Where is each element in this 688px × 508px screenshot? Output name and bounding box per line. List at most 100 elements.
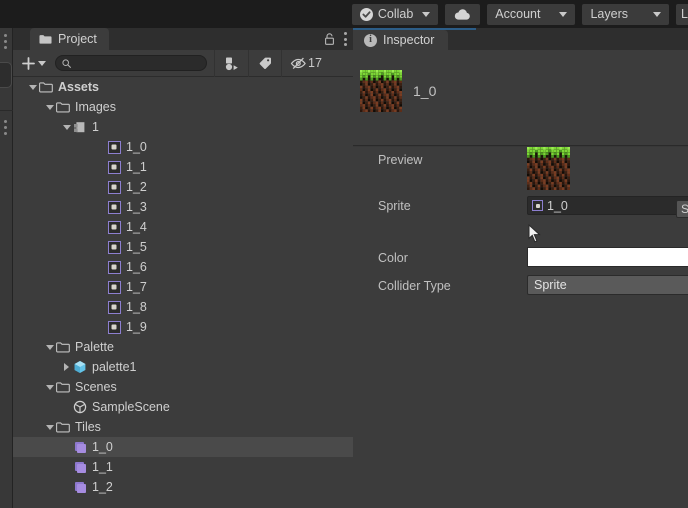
cloud-button[interactable] xyxy=(445,4,480,25)
project-panel: Project xyxy=(13,28,353,508)
tree-item-assets[interactable]: Assets xyxy=(13,77,353,97)
twisty-spacer xyxy=(61,437,72,457)
sprite-select-button[interactable]: S xyxy=(676,200,688,218)
tree-item-label: palette1 xyxy=(92,357,136,377)
chevron-down-icon xyxy=(38,61,46,66)
collab-label: Collab xyxy=(378,7,413,21)
account-button[interactable]: Account xyxy=(487,4,575,25)
twisty-collapsed-icon[interactable] xyxy=(61,357,72,377)
sprite-icon xyxy=(106,219,122,235)
tree-item-1-0[interactable]: 1_0 xyxy=(13,137,353,157)
search-field[interactable] xyxy=(55,55,207,71)
create-asset-button[interactable] xyxy=(13,53,53,73)
tree-item-label: Palette xyxy=(75,337,114,357)
tree-item-samplescene[interactable]: SampleScene xyxy=(13,397,353,417)
inspector-properties: Preview Sprite 1_0 Color Collider Type S… xyxy=(353,147,688,508)
twisty-expanded-icon[interactable] xyxy=(44,417,55,437)
tree-item-label: SampleScene xyxy=(92,397,170,417)
twisty-expanded-icon[interactable] xyxy=(44,337,55,357)
left-panel-edge xyxy=(0,28,13,508)
color-row: Color xyxy=(353,245,688,273)
twisty-spacer xyxy=(95,297,106,317)
tree-item-1-6[interactable]: 1_6 xyxy=(13,257,353,277)
tree-item-palette1[interactable]: palette1 xyxy=(13,357,353,377)
project-tabbar: Project xyxy=(13,28,353,50)
inspector-tabbar: i Inspector xyxy=(353,28,688,50)
search-icon xyxy=(62,59,71,68)
type-filter-icon xyxy=(224,56,239,71)
kebab-menu-icon[interactable] xyxy=(4,120,7,138)
chevron-down-icon xyxy=(422,12,430,17)
tree-item-label: 1 xyxy=(92,117,99,137)
tree-item-1-0[interactable]: 1_0 xyxy=(13,437,353,457)
twisty-spacer xyxy=(95,237,106,257)
kebab-menu-icon[interactable] xyxy=(4,34,7,52)
tree-item-label: 1_1 xyxy=(126,157,147,177)
twisty-expanded-icon[interactable] xyxy=(27,77,38,97)
collab-button[interactable]: Collab xyxy=(352,4,438,25)
tree-item-tiles[interactable]: Tiles xyxy=(13,417,353,437)
tree-item-1-3[interactable]: 1_3 xyxy=(13,197,353,217)
twisty-expanded-icon[interactable] xyxy=(61,117,72,137)
tab-project[interactable]: Project xyxy=(30,28,109,50)
tree-item-1-9[interactable]: 1_9 xyxy=(13,317,353,337)
twisty-spacer xyxy=(61,397,72,417)
sprite-icon xyxy=(106,299,122,315)
label-tag-icon xyxy=(258,56,272,70)
label-filter-button[interactable] xyxy=(248,50,281,77)
tree-item-1-4[interactable]: 1_4 xyxy=(13,217,353,237)
tab-project-label: Project xyxy=(58,32,97,46)
tree-item-label: 1_2 xyxy=(92,477,113,497)
tree-item-label: Assets xyxy=(58,77,99,97)
layout-button[interactable]: L xyxy=(676,4,688,25)
sprite-icon xyxy=(106,259,122,275)
folder-icon xyxy=(39,34,52,45)
tree-item-images[interactable]: Images xyxy=(13,97,353,117)
tree-item-1-2[interactable]: 1_2 xyxy=(13,177,353,197)
tree-item-label: Scenes xyxy=(75,377,117,397)
project-asset-tree[interactable]: AssetsImages11_01_11_21_31_41_51_61_71_8… xyxy=(13,77,353,508)
tree-item-1-2[interactable]: 1_2 xyxy=(13,477,353,497)
sprite-icon xyxy=(106,319,122,335)
tree-item-1-5[interactable]: 1_5 xyxy=(13,237,353,257)
tree-item-palette[interactable]: Palette xyxy=(13,337,353,357)
tree-item-scenes[interactable]: Scenes xyxy=(13,377,353,397)
tree-item-1-1[interactable]: 1_1 xyxy=(13,457,353,477)
twisty-spacer xyxy=(95,277,106,297)
tree-item-1-8[interactable]: 1_8 xyxy=(13,297,353,317)
plus-icon xyxy=(22,57,35,70)
tab-inspector[interactable]: i Inspector xyxy=(353,30,448,50)
tree-item-1-1[interactable]: 1_1 xyxy=(13,157,353,177)
folder-icon xyxy=(55,99,71,115)
sprite-object-field[interactable]: 1_0 xyxy=(527,196,688,215)
tree-item-1-7[interactable]: 1_7 xyxy=(13,277,353,297)
twisty-spacer xyxy=(95,257,106,277)
folder-icon xyxy=(38,79,54,95)
kebab-menu-icon[interactable] xyxy=(344,32,347,46)
tree-item-label: 1_8 xyxy=(126,297,147,317)
sheet-icon xyxy=(72,119,88,135)
chevron-down-icon xyxy=(653,12,661,17)
tree-item-1[interactable]: 1 xyxy=(13,117,353,137)
scene-icon xyxy=(72,399,88,415)
lock-icon[interactable] xyxy=(324,33,335,45)
twisty-spacer xyxy=(95,157,106,177)
layers-button[interactable]: Layers xyxy=(582,4,669,25)
asset-name-label: 1_0 xyxy=(413,83,436,99)
collider-type-dropdown[interactable]: Sprite xyxy=(527,275,688,295)
folder-icon xyxy=(55,339,71,355)
hidden-assets-filter-button[interactable]: 17 xyxy=(281,50,329,77)
collider-type-value: Sprite xyxy=(534,278,567,292)
twisty-expanded-icon[interactable] xyxy=(44,377,55,397)
color-label: Color xyxy=(378,245,408,271)
sprite-icon xyxy=(106,179,122,195)
twisty-expanded-icon[interactable] xyxy=(44,97,55,117)
partial-search-field[interactable] xyxy=(0,62,12,88)
type-filter-button[interactable] xyxy=(214,50,248,77)
tree-item-label: 1_7 xyxy=(126,277,147,297)
sprite-select-row xyxy=(353,219,688,245)
color-swatch-field[interactable] xyxy=(527,247,688,267)
folder-icon xyxy=(55,379,71,395)
account-label: Account xyxy=(495,7,540,21)
search-input[interactable] xyxy=(75,57,201,69)
